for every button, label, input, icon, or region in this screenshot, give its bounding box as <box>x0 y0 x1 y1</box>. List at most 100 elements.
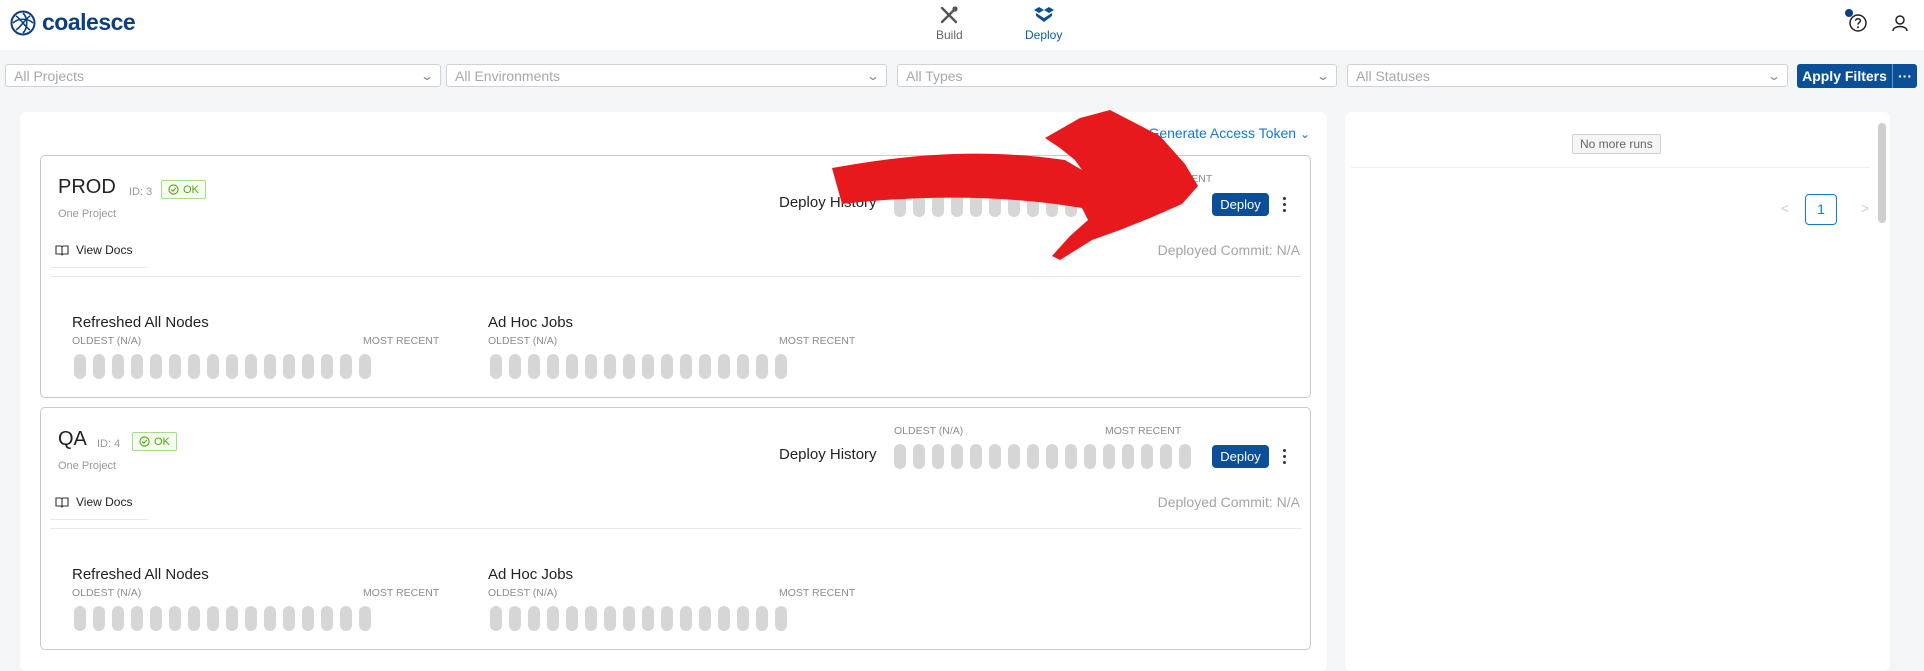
history-bar[interactable] <box>226 606 238 631</box>
history-bar[interactable] <box>932 444 944 469</box>
apply-filters-label[interactable]: Apply Filters <box>1797 64 1893 88</box>
history-bar[interactable] <box>566 606 578 631</box>
history-bar[interactable] <box>623 606 635 631</box>
history-bar[interactable] <box>188 354 200 379</box>
history-bar[interactable] <box>74 354 86 379</box>
history-bar[interactable] <box>283 606 295 631</box>
deploy-button[interactable]: Deploy <box>1212 193 1269 216</box>
history-bar[interactable] <box>585 354 597 379</box>
pagination-page-1[interactable]: 1 <box>1805 194 1837 225</box>
statuses-select[interactable]: All Statuses ⌄ <box>1347 64 1788 87</box>
history-bar[interactable] <box>585 606 597 631</box>
nav-deploy[interactable]: Deploy <box>1025 5 1062 42</box>
history-bar[interactable] <box>1008 444 1020 469</box>
history-bar[interactable] <box>264 606 276 631</box>
history-bar[interactable] <box>169 354 181 379</box>
history-bar[interactable] <box>718 606 730 631</box>
types-select[interactable]: All Types ⌄ <box>897 64 1337 87</box>
history-bar[interactable] <box>1103 444 1115 469</box>
deploy-button[interactable]: Deploy <box>1212 445 1269 468</box>
help-icon[interactable] <box>1848 13 1868 33</box>
history-bar[interactable] <box>718 354 730 379</box>
history-bar[interactable] <box>680 354 692 379</box>
history-bar[interactable] <box>359 354 371 379</box>
history-bar[interactable] <box>150 606 162 631</box>
history-bar[interactable] <box>340 606 352 631</box>
history-bar[interactable] <box>226 354 238 379</box>
history-bar[interactable] <box>1179 444 1191 469</box>
view-docs-link[interactable]: View Docs <box>55 243 132 257</box>
history-bar[interactable] <box>169 606 181 631</box>
history-bar[interactable] <box>131 354 143 379</box>
more-options-icon[interactable] <box>1279 445 1289 468</box>
history-bar[interactable] <box>642 354 654 379</box>
history-bar[interactable] <box>756 606 768 631</box>
history-bar[interactable] <box>1027 444 1039 469</box>
history-bar[interactable] <box>699 354 711 379</box>
history-bar[interactable] <box>302 606 314 631</box>
history-bar[interactable] <box>150 354 162 379</box>
apply-filters-button[interactable]: Apply Filters ··· <box>1797 64 1917 88</box>
history-bar[interactable] <box>1084 444 1096 469</box>
history-bar[interactable] <box>283 354 295 379</box>
history-bar[interactable] <box>188 606 200 631</box>
view-docs-label[interactable]: View Docs <box>76 243 132 257</box>
history-bar[interactable] <box>1065 444 1077 469</box>
history-bar[interactable] <box>93 606 105 631</box>
view-docs-label[interactable]: View Docs <box>76 495 132 509</box>
history-bar[interactable] <box>528 606 540 631</box>
history-bar[interactable] <box>490 606 502 631</box>
history-bar[interactable] <box>547 606 559 631</box>
history-bar[interactable] <box>661 606 673 631</box>
history-bar[interactable] <box>699 606 711 631</box>
projects-select[interactable]: All Projects ⌄ <box>5 64 441 87</box>
history-bar[interactable] <box>207 354 219 379</box>
view-docs-link[interactable]: View Docs <box>55 495 132 509</box>
history-bar[interactable] <box>112 354 124 379</box>
history-bar[interactable] <box>509 606 521 631</box>
history-bar[interactable] <box>547 354 559 379</box>
history-bar[interactable] <box>112 606 124 631</box>
history-bar[interactable] <box>989 444 1001 469</box>
history-bar[interactable] <box>775 606 787 631</box>
history-bar[interactable] <box>321 354 333 379</box>
history-bar[interactable] <box>894 444 906 469</box>
history-bar[interactable] <box>264 354 276 379</box>
history-bar[interactable] <box>359 606 371 631</box>
history-bar[interactable] <box>131 606 143 631</box>
history-bar[interactable] <box>775 354 787 379</box>
history-bar[interactable] <box>913 444 925 469</box>
chevron-left-icon[interactable]: < <box>1781 200 1789 216</box>
nav-build[interactable]: Build <box>936 5 963 42</box>
history-bar[interactable] <box>302 354 314 379</box>
history-bar[interactable] <box>604 354 616 379</box>
more-options-icon[interactable] <box>1279 193 1289 216</box>
coalesce-logo[interactable]: coalesce <box>10 9 136 36</box>
history-bar[interactable] <box>737 606 749 631</box>
environments-select[interactable]: All Environments ⌄ <box>446 64 887 87</box>
history-bar[interactable] <box>642 606 654 631</box>
history-bar[interactable] <box>74 606 86 631</box>
history-bar[interactable] <box>1122 444 1134 469</box>
history-bar[interactable] <box>1046 444 1058 469</box>
history-bar[interactable] <box>1141 444 1153 469</box>
chevron-right-icon[interactable]: > <box>1861 200 1869 216</box>
apply-filters-more-button[interactable]: ··· <box>1893 65 1917 87</box>
history-bar[interactable] <box>737 354 749 379</box>
history-bar[interactable] <box>528 354 540 379</box>
history-bar[interactable] <box>566 354 578 379</box>
history-bar[interactable] <box>661 354 673 379</box>
history-bar[interactable] <box>951 444 963 469</box>
scrollbar-thumb[interactable] <box>1878 123 1886 223</box>
history-bar[interactable] <box>207 606 219 631</box>
history-bar[interactable] <box>340 354 352 379</box>
history-bar[interactable] <box>970 444 982 469</box>
history-bar[interactable] <box>604 606 616 631</box>
history-bar[interactable] <box>756 354 768 379</box>
history-bar[interactable] <box>680 606 692 631</box>
history-bar[interactable] <box>1160 444 1172 469</box>
history-bar[interactable] <box>509 354 521 379</box>
history-bar[interactable] <box>245 354 257 379</box>
history-bar[interactable] <box>490 354 502 379</box>
history-bar[interactable] <box>245 606 257 631</box>
